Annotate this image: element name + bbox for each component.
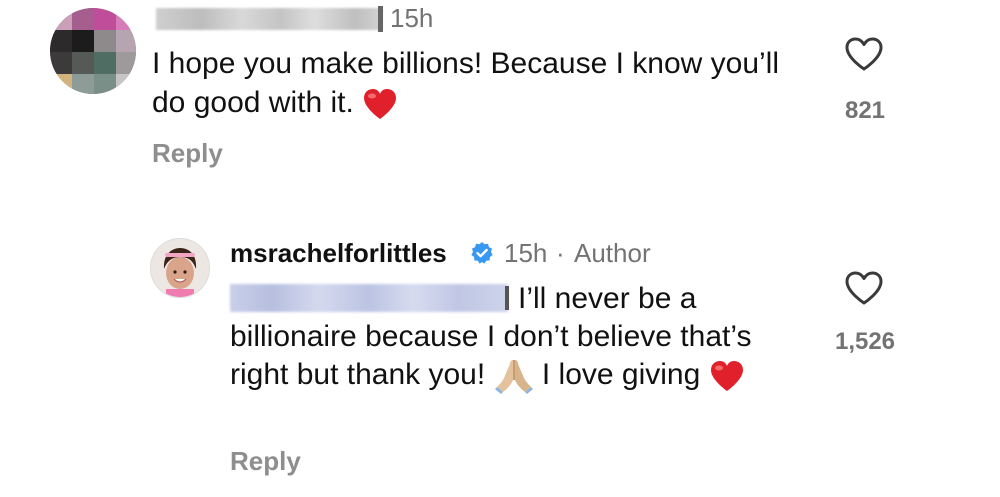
commenter-avatar[interactable] (50, 8, 136, 94)
reply-body-part2: I love giving (541, 358, 701, 391)
comment-text: I hope you make billions! Because I know… (152, 44, 792, 122)
comment-body: I hope you make billions! Because I know… (152, 47, 780, 119)
like-count: 1,526 (834, 328, 896, 355)
comment-timestamp: 15h (504, 238, 548, 268)
redaction-edge (378, 6, 383, 32)
heart-emoji (364, 89, 397, 120)
author-username[interactable]: msrachelforlittles (230, 238, 447, 269)
folded-hands-emoji (494, 360, 533, 395)
comment-timestamp: 15h (390, 3, 434, 33)
verified-badge-icon (471, 242, 493, 264)
reply-button[interactable]: Reply (230, 446, 301, 477)
author-avatar[interactable] (150, 238, 210, 298)
like-heart-icon[interactable] (844, 36, 884, 72)
redacted-username[interactable] (156, 8, 382, 30)
reply-button[interactable]: Reply (152, 138, 223, 169)
reply-text: I’ll never be a billionaire because I do… (230, 280, 790, 395)
heart-emoji (710, 361, 743, 392)
author-avatar-image (151, 239, 209, 297)
author-label: Author (574, 238, 651, 268)
separator-dot: · (556, 238, 565, 268)
comments-panel: 15h I hope you make billions! Because I … (0, 0, 1000, 497)
like-count: 821 (844, 97, 886, 124)
like-heart-icon[interactable] (844, 270, 884, 306)
